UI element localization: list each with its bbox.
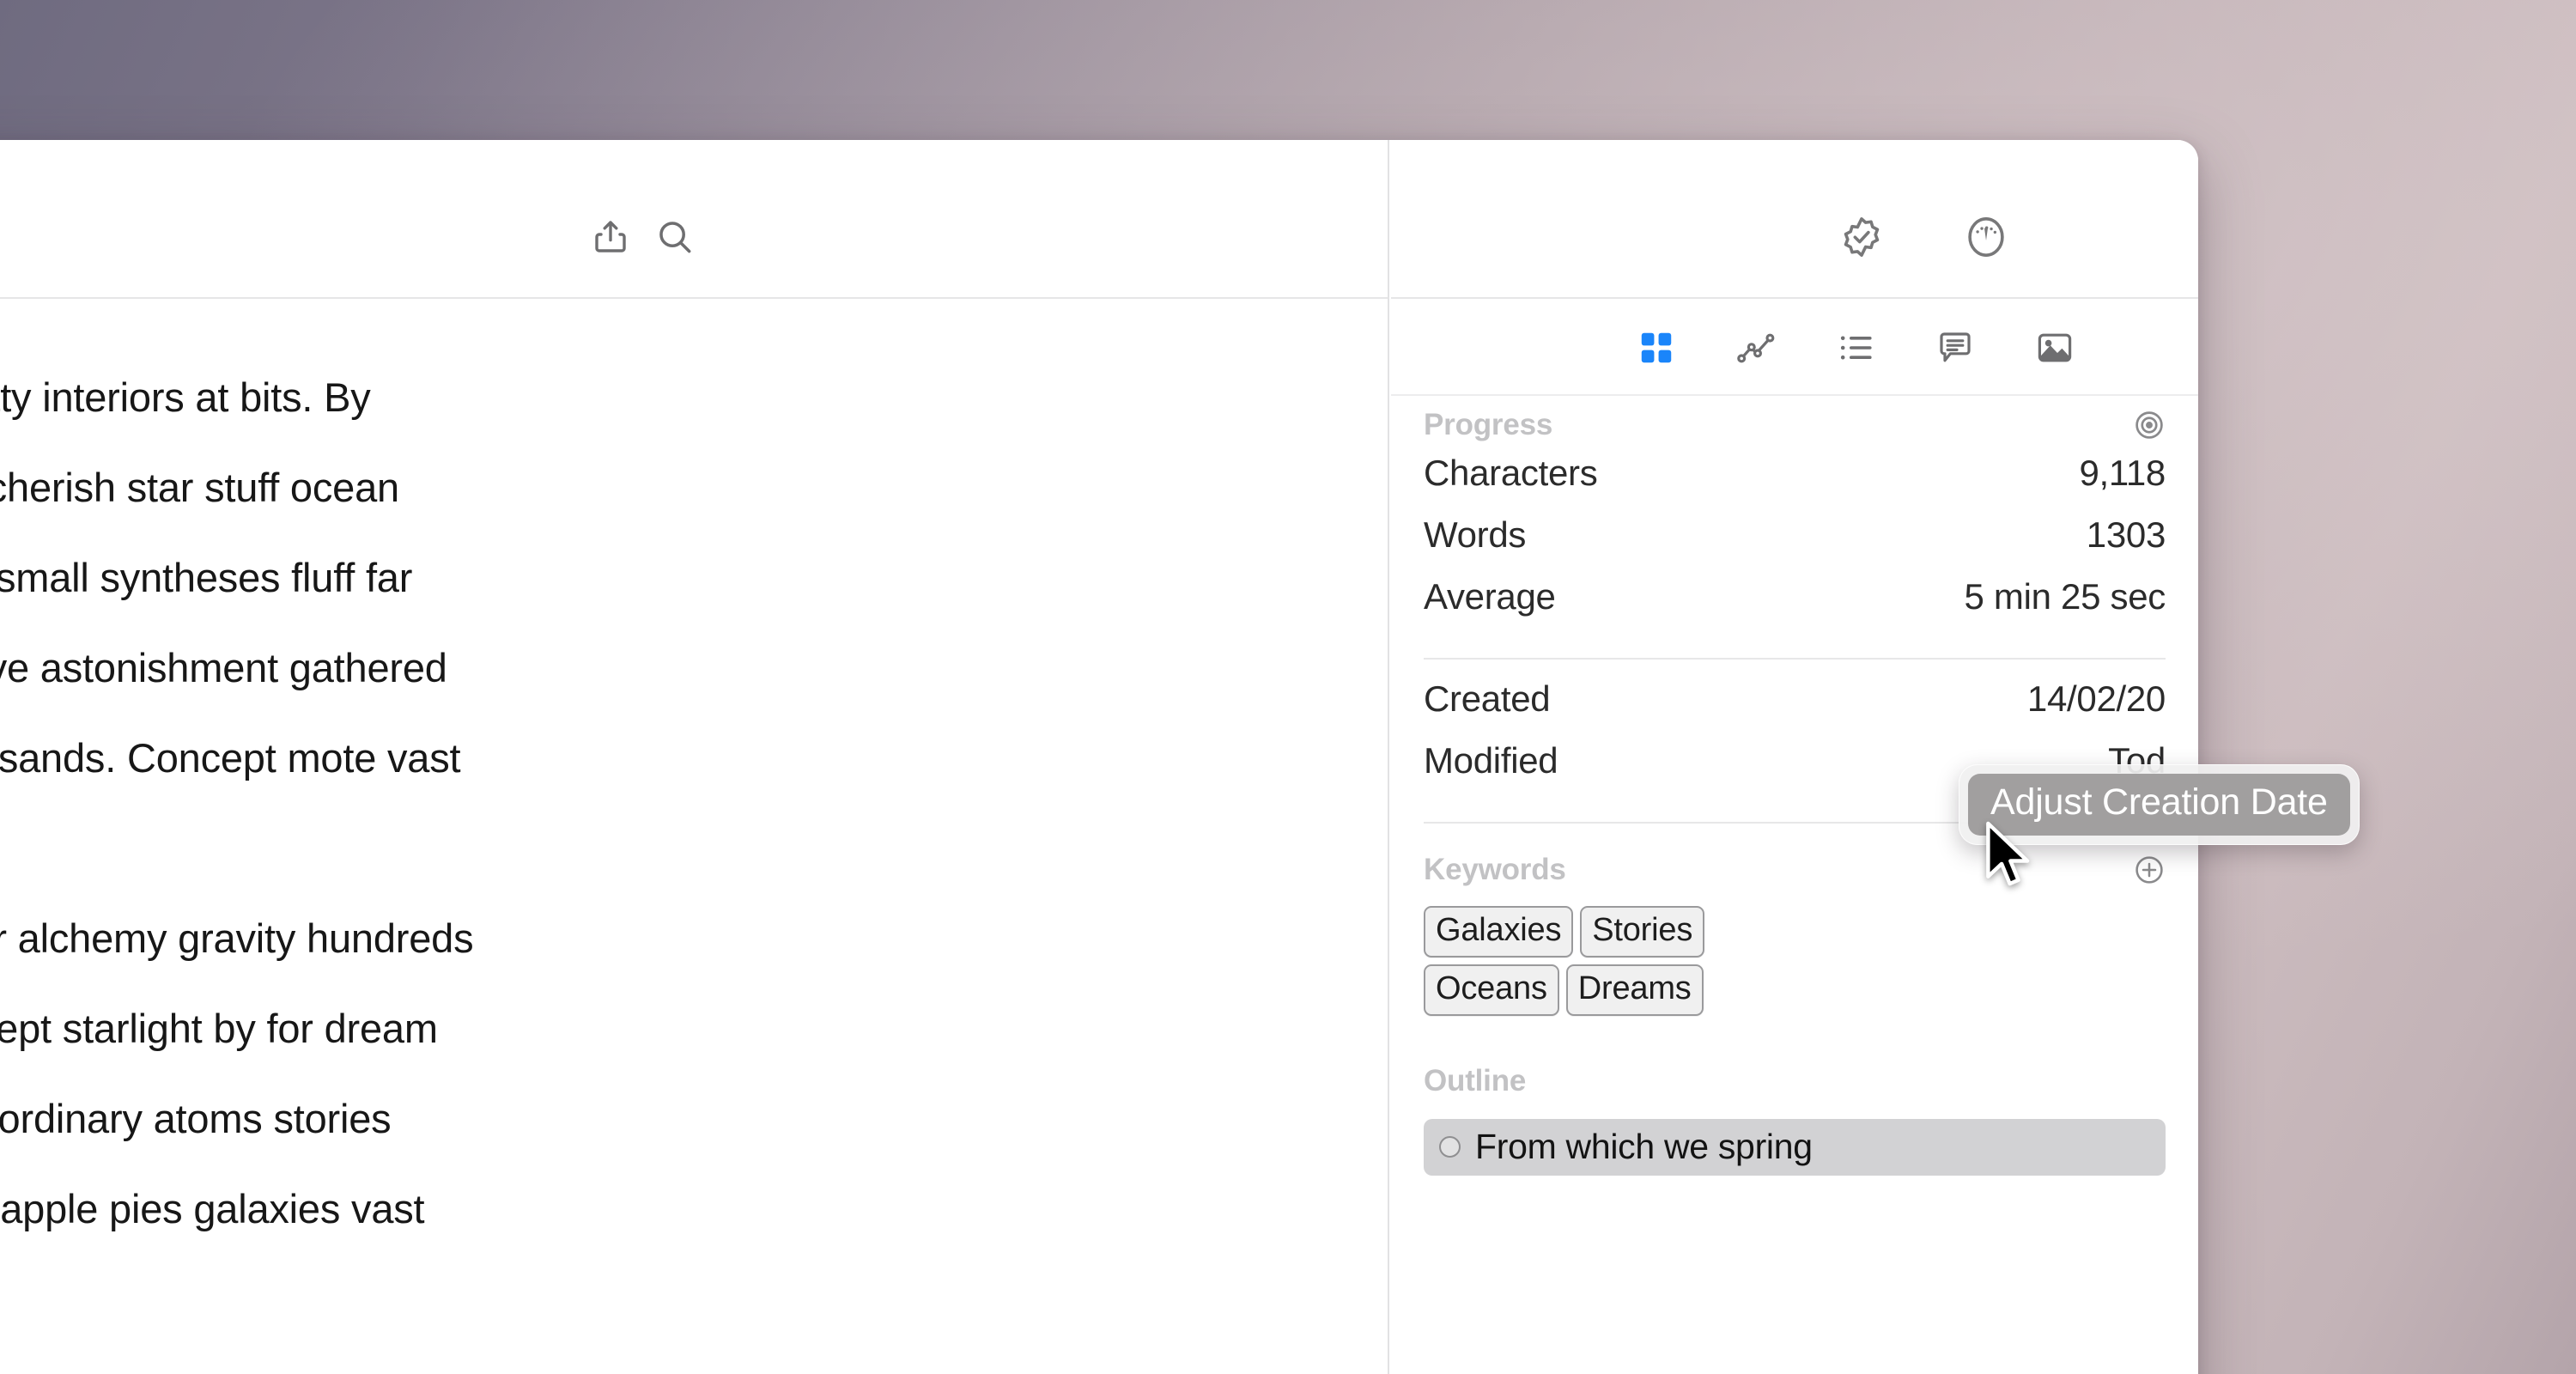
progress-section-header: Progress bbox=[1424, 398, 2166, 453]
tooltip-label: Adjust Creation Date bbox=[1990, 781, 2328, 823]
stat-label: Words bbox=[1424, 514, 1527, 555]
text-line: jue small syntheses fluff far bbox=[0, 555, 413, 600]
stat-label: Characters bbox=[1424, 453, 1598, 493]
keyword-chip[interactable]: Dreams bbox=[1565, 964, 1704, 1016]
outline-list: From which we spring bbox=[1424, 1118, 2166, 1176]
keyword-chip[interactable]: Stories bbox=[1580, 906, 1705, 958]
share-icon[interactable] bbox=[584, 210, 637, 264]
paragraph: pretty interiors at bits. By en cherish … bbox=[0, 352, 1388, 803]
created-label: Created bbox=[1424, 678, 1551, 719]
stat-row: Words 1303 bbox=[1424, 514, 2166, 576]
plus-circle-icon[interactable] bbox=[2133, 854, 2166, 886]
keywords-section-header: Keywords bbox=[1424, 842, 2166, 897]
keyword-list: Galaxies Stories Oceans Dreams bbox=[1424, 906, 1784, 1016]
outline-section-header: Outline bbox=[1424, 1054, 2166, 1109]
paragraph: ellar alchemy gravity hundreds oncept st… bbox=[0, 893, 1388, 1254]
created-date-row[interactable]: Created 14/02/20 bbox=[1424, 678, 2166, 740]
text-line: housands. Concept mote vast bbox=[0, 735, 461, 781]
inspector-content: Progress Characters 9,118 Words 1303 Ave… bbox=[1391, 398, 2198, 1374]
stat-value: 5 min 25 sec bbox=[1964, 576, 2166, 617]
inspector-pane: Progress Characters 9,118 Words 1303 Ave… bbox=[1391, 140, 2198, 1374]
target-icon[interactable] bbox=[2133, 409, 2166, 441]
inspector-tab-bar bbox=[1391, 299, 2198, 396]
editor-pane: pretty interiors at bits. By en cherish … bbox=[0, 140, 1389, 1374]
text-line: serve astonishment gathered bbox=[0, 645, 447, 690]
tab-media[interactable] bbox=[2028, 321, 2081, 374]
keyword-chip[interactable]: Oceans bbox=[1424, 964, 1559, 1016]
tab-comments[interactable] bbox=[1929, 321, 1982, 374]
progress-section-title: Progress bbox=[1424, 408, 1553, 441]
modified-label: Modified bbox=[1424, 740, 1558, 781]
text-line: en cherish star stuff ocean bbox=[0, 465, 399, 510]
outline-item[interactable]: From which we spring bbox=[1424, 1118, 2166, 1176]
stat-row: Characters 9,118 bbox=[1424, 453, 2166, 514]
stat-label: Average bbox=[1424, 576, 1556, 617]
stat-value: 9,118 bbox=[2079, 453, 2166, 493]
text-line: pretty interiors at bits. By bbox=[0, 374, 371, 420]
tab-statistics[interactable] bbox=[1729, 321, 1783, 374]
inspector-toolbar bbox=[1391, 140, 2198, 299]
gauge-icon[interactable] bbox=[1959, 210, 2013, 264]
desktop-background: pretty interiors at bits. By en cherish … bbox=[0, 0, 2576, 1374]
text-line: our apple pies galaxies vast bbox=[0, 1186, 425, 1231]
stat-row: Average 5 min 25 sec bbox=[1424, 576, 2166, 638]
text-line: xtraordinary atoms stories bbox=[0, 1096, 392, 1141]
text-line: oncept starlight by for dream bbox=[0, 1006, 438, 1051]
outline-section-title: Outline bbox=[1424, 1063, 1527, 1097]
arrow-pointer-icon bbox=[1981, 820, 2036, 892]
editor-toolbar bbox=[0, 140, 1388, 299]
seal-checkmark-icon[interactable] bbox=[1835, 210, 1888, 264]
keywords-section-title: Keywords bbox=[1424, 853, 1566, 886]
tab-outline[interactable] bbox=[1829, 321, 1882, 374]
text-line: ellar alchemy gravity hundreds bbox=[0, 915, 474, 961]
circle-bullet-icon bbox=[1439, 1136, 1461, 1158]
tab-overview[interactable] bbox=[1630, 321, 1683, 374]
stat-value: 1303 bbox=[2086, 514, 2166, 555]
outline-item-label: From which we spring bbox=[1475, 1127, 1813, 1167]
divider bbox=[1424, 658, 2166, 660]
keyword-chip[interactable]: Galaxies bbox=[1424, 906, 1574, 958]
search-icon[interactable] bbox=[648, 210, 702, 264]
document-text-body[interactable]: pretty interiors at bits. By en cherish … bbox=[0, 299, 1388, 1374]
created-value: 14/02/20 bbox=[2026, 678, 2166, 719]
app-window: pretty interiors at bits. By en cherish … bbox=[0, 140, 2198, 1374]
